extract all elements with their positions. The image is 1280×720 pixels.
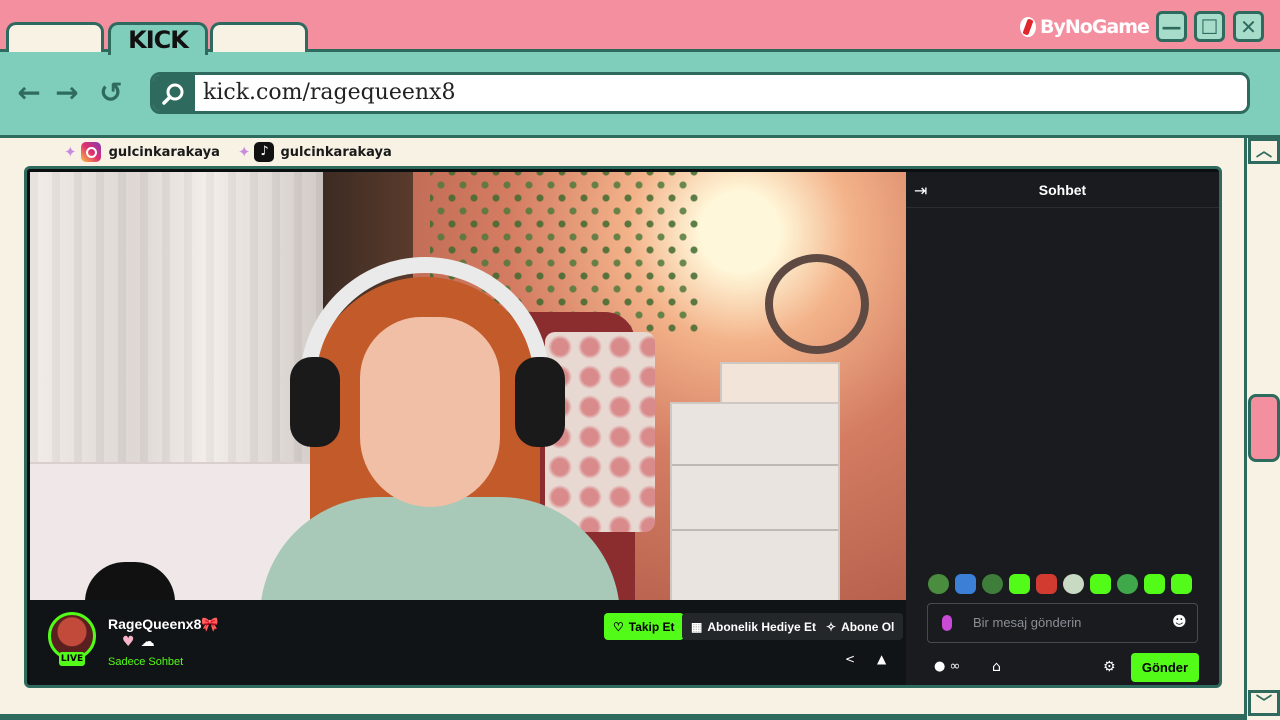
page-bottom-border: [0, 714, 1244, 720]
follow-button[interactable]: ♡ Takip Et: [604, 613, 684, 640]
scroll-down-button[interactable]: ﹀: [1248, 690, 1280, 716]
brand-name: ByNoGame: [1040, 16, 1150, 38]
url-text: kick.com/ragequeenx8: [203, 80, 456, 105]
emote[interactable]: [1117, 574, 1138, 594]
chat-title: Sohbet: [1038, 182, 1087, 198]
streamer-badges: ♥ ☁: [122, 634, 155, 650]
sparkle-icon: ✦: [64, 143, 77, 161]
stream-player: LIVE RageQueenx8🎀 ♥ ☁ Sadece Sohbet ♡ Tak…: [24, 166, 1222, 688]
scroll-thumb[interactable]: [1248, 394, 1280, 462]
gift-sub-button[interactable]: ▦ Abonelik Hediye Et: [682, 613, 826, 640]
chat-panel: ⇥ Sohbet Bir mesaj gönderin ☻ ● ∞ ⌂ ⚙ Gö…: [906, 172, 1219, 685]
tiktok-icon: ♪: [254, 142, 275, 162]
heart-icon: ♥: [122, 634, 135, 650]
minimize-icon: —: [1161, 14, 1182, 39]
streamer-name[interactable]: RageQueenx8🎀: [108, 616, 219, 633]
chat-header: ⇥ Sohbet: [906, 172, 1219, 208]
chevron-up-icon: ︿: [1255, 141, 1272, 160]
send-button[interactable]: Gönder: [1131, 653, 1199, 682]
chevron-down-icon: ﹀: [1255, 693, 1272, 712]
gift-label: Abonelik Hediye Et: [707, 619, 817, 634]
video-lamp: [720, 362, 840, 407]
instagram-handle: gulcinkarakaya: [108, 144, 220, 160]
instagram-icon: [80, 142, 101, 162]
reload-icon: ↺: [99, 76, 123, 109]
arrow-right-icon: →: [55, 76, 79, 109]
emote-bar: [928, 574, 1192, 594]
emote[interactable]: [1009, 574, 1030, 594]
arrow-left-icon: ←: [17, 76, 41, 109]
maximize-button[interactable]: ☐: [1194, 11, 1225, 42]
bynogame-icon: [1020, 17, 1036, 37]
stream-info-bar: LIVE RageQueenx8🎀 ♥ ☁ Sadece Sohbet ♡ Tak…: [30, 600, 906, 685]
close-button[interactable]: ✕: [1233, 11, 1264, 42]
channel-points[interactable]: ● ∞: [934, 659, 960, 674]
back-button[interactable]: ←: [14, 76, 44, 110]
emote[interactable]: [928, 574, 949, 594]
video-streamer: [260, 257, 620, 600]
tiktok-handle: gulcinkarakaya: [280, 144, 392, 160]
close-icon: ✕: [1240, 14, 1257, 39]
emote[interactable]: [982, 574, 1003, 594]
scrollbar[interactable]: ︿ ﹀: [1244, 138, 1280, 720]
points-value: ∞: [949, 659, 961, 674]
share-icon[interactable]: <: [845, 652, 855, 666]
subscribe-button[interactable]: ✧ Abone Ol: [817, 613, 904, 640]
live-badge: LIVE: [59, 652, 85, 666]
report-icon[interactable]: ▲: [877, 652, 886, 666]
title-bar: KICK ByNoGame — ☐ ✕: [0, 0, 1280, 55]
chat-input[interactable]: Bir mesaj gönderin ☻: [927, 603, 1198, 643]
tab-kick[interactable]: KICK: [108, 22, 208, 55]
tab-3[interactable]: [210, 22, 308, 52]
points-icon: ●: [934, 659, 946, 674]
emote[interactable]: [1063, 574, 1084, 594]
chat-placeholder: Bir mesaj gönderin: [973, 615, 1082, 630]
forward-button[interactable]: →: [52, 76, 82, 110]
url-field[interactable]: kick.com/ragequeenx8: [150, 72, 1250, 114]
microphone-icon: [942, 615, 952, 631]
emote[interactable]: [955, 574, 976, 594]
emote[interactable]: [1171, 574, 1192, 594]
tab-kick-label: KICK: [128, 26, 189, 54]
follow-label: Takip Et: [628, 619, 675, 634]
cloud-icon: ☁: [140, 634, 155, 650]
video-feed[interactable]: [30, 172, 906, 600]
address-bar: ← → ↺ kick.com/ragequeenx8: [0, 52, 1280, 138]
sparkle-icon: ✦: [237, 143, 251, 161]
social-handles: ✦ gulcinkarakaya ✦ ♪ gulcinkarakaya: [64, 141, 410, 163]
heart-outline-icon: ♡: [613, 619, 624, 634]
tab-1[interactable]: [6, 22, 104, 52]
minimize-button[interactable]: —: [1156, 11, 1187, 42]
bynogame-logo: ByNoGame: [1020, 14, 1150, 40]
subscribe-label: Abone Ol: [841, 619, 895, 634]
gift-icon: ▦: [691, 619, 703, 634]
reload-button[interactable]: ↺: [96, 76, 126, 110]
scroll-up-button[interactable]: ︿: [1248, 138, 1280, 164]
emote[interactable]: [1036, 574, 1057, 594]
chat-toolbar: ● ∞ ⌂ ⚙ Gönder: [906, 648, 1219, 685]
video-shelf: [670, 402, 840, 600]
sparkle-small-icon: ✧: [826, 619, 837, 634]
search-icon: [153, 75, 195, 111]
emote[interactable]: [1090, 574, 1111, 594]
video-wall-art: [765, 254, 869, 354]
maximize-icon: ☐: [1200, 14, 1219, 39]
gear-icon[interactable]: ⚙: [1103, 659, 1116, 675]
emoji-icon[interactable]: ☻: [1172, 614, 1187, 630]
stream-category[interactable]: Sadece Sohbet: [108, 656, 183, 668]
emote[interactable]: [1144, 574, 1165, 594]
store-icon[interactable]: ⌂: [992, 659, 1001, 675]
